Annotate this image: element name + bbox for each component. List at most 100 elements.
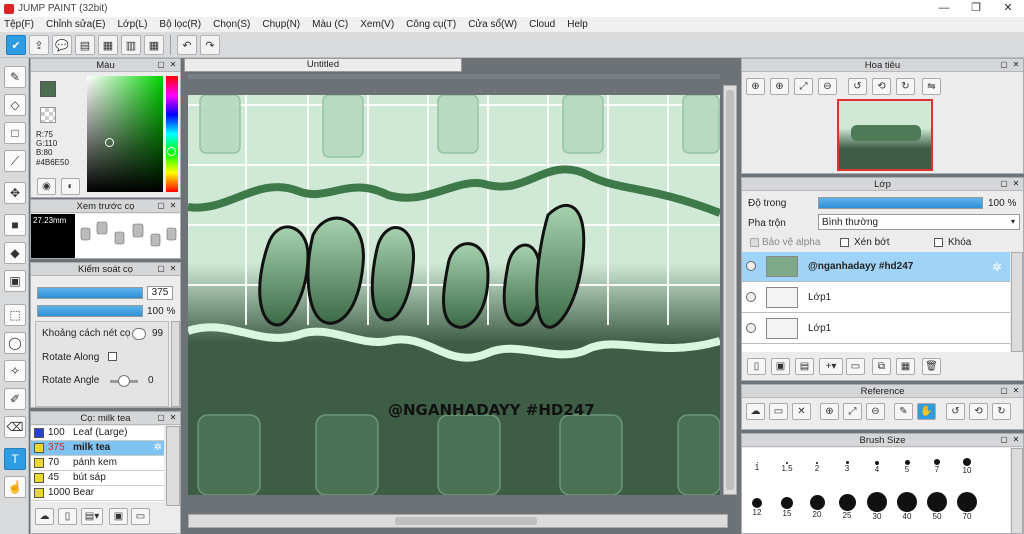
zoom-out-icon[interactable]: ⊖ [818,78,837,95]
lasso-tool-icon[interactable]: ◯ [4,332,26,354]
preset-menu-icon[interactable]: ▤▾ [81,508,103,525]
canvas-artwork[interactable]: @NGANHADAYY #HD247 [188,95,720,495]
document-tab[interactable]: Untitled [184,58,462,72]
zoom-out-icon[interactable]: ⊖ [866,403,885,420]
brush-preset-item[interactable]: 45 bút sáp [31,471,164,486]
blend-mode-select[interactable]: Bình thường ▾ [818,214,1020,230]
panel-close-icon[interactable]: ✕ [168,201,178,211]
menu-color[interactable]: Màu (C) [312,19,348,30]
panel-close-icon[interactable]: ✕ [168,60,178,70]
brush-size-option[interactable]: 70 [952,492,982,521]
rotate-reset-icon[interactable]: ⟲ [872,78,891,95]
saturation-value-picker[interactable] [87,76,163,192]
panel-float-icon[interactable]: ▢ [999,435,1009,445]
brush-size-option[interactable]: 1.5 [772,456,802,473]
brush-tool-icon[interactable]: ✎ [4,66,26,88]
canvas-vertical-scrollbar[interactable] [723,85,737,495]
brush-size-option[interactable]: 12 [742,492,772,517]
select-rect-tool-icon[interactable]: ⬚ [4,304,26,326]
canvas-horizontal-scrollbar[interactable] [188,514,728,528]
zoom-in-icon[interactable]: ⊕ [820,403,839,420]
panel-float-icon[interactable]: ▢ [999,386,1009,396]
palette-icon[interactable]: ◐ [61,178,80,195]
brush-size-option[interactable]: 5 [892,456,922,474]
fit-screen-icon[interactable]: ⤢ [794,78,813,95]
layer-opacity-slider[interactable] [818,197,983,209]
panel-float-icon[interactable]: ▢ [156,60,166,70]
open-folder-icon[interactable]: ▭ [769,403,788,420]
panel-float-icon[interactable]: ▢ [999,179,1009,189]
canvas-hscroll-thumb[interactable] [395,517,537,525]
brush-size-option[interactable]: 7 [922,456,952,474]
brush-size-value[interactable]: 375 [147,286,173,300]
brush-preset-item[interactable]: 100 Leaf (Large) [31,426,164,441]
visibility-icon[interactable] [746,323,756,333]
brush-size-option[interactable]: 2 [802,456,832,473]
select-eraser-tool-icon[interactable]: ⌫ [4,416,26,438]
menu-select[interactable]: Chọn(S) [213,19,250,30]
visibility-icon[interactable] [746,292,756,302]
brush-size-option[interactable]: 4 [862,456,892,474]
merge-layer-icon[interactable]: ⧉ [872,358,891,375]
brush-size-option[interactable]: 50 [922,492,952,521]
protect-alpha-checkbox[interactable] [750,238,759,247]
panel-float-icon[interactable]: ▢ [156,413,166,423]
foreground-color-swatch[interactable] [40,81,56,97]
line-tool-icon[interactable]: ⟋ [4,150,26,172]
brush-opacity-slider[interactable] [37,305,143,317]
menu-capture[interactable]: Chụp(N) [262,19,300,30]
menu-filter[interactable]: Bộ lọc(R) [159,19,201,30]
close-reference-icon[interactable]: ✕ [792,403,811,420]
undo-icon[interactable]: ↶ [177,35,197,55]
minimize-button[interactable]: — [928,0,960,17]
redo-icon[interactable]: ↷ [200,35,220,55]
menu-tools[interactable]: Công cụ(T) [406,19,456,30]
hand-tool-icon[interactable]: ☝ [4,476,26,498]
brush-size-option[interactable]: 40 [892,492,922,521]
transparent-swatch[interactable] [40,107,56,123]
brush-size-option[interactable]: 3 [832,456,862,473]
restore-button[interactable]: ❐ [960,0,992,17]
panel-icon[interactable]: ▥ [121,35,141,55]
trash-icon[interactable]: 🗑 [922,358,941,375]
brush-size-slider[interactable] [37,287,143,299]
menu-edit[interactable]: Chỉnh sửa(E) [46,19,106,30]
brush-size-scrollbar[interactable] [1011,448,1023,533]
panel-close-icon[interactable]: ✕ [1011,60,1021,70]
magic-wand-tool-icon[interactable]: ✧ [4,360,26,382]
color-picker-cursor[interactable] [105,138,114,147]
layer-folder-icon[interactable]: ▭ [846,358,865,375]
color-wheel-icon[interactable]: ◉ [37,178,56,195]
zoom-in-icon[interactable]: ⊕ [746,78,765,95]
visibility-icon[interactable] [746,261,756,271]
cloud-download-icon[interactable]: ☁ [35,508,54,525]
select-pen-tool-icon[interactable]: ✐ [4,388,26,410]
eyedropper-icon[interactable]: ✎ [894,403,913,420]
rotate-right-icon[interactable]: ↻ [896,78,915,95]
rotate-right-icon[interactable]: ↻ [992,403,1011,420]
menu-file[interactable]: Tệp(F) [4,19,34,30]
duplicate-layer-icon[interactable]: ▤ [795,358,814,375]
brush-preset-item[interactable]: 375 milk tea ✲ [31,441,164,456]
flip-icon[interactable]: ⇋ [922,78,941,95]
brush-preset-item[interactable]: 1000 Bear [31,486,164,501]
rotate-angle-knob[interactable] [118,375,130,387]
bucket-tool-icon[interactable]: ◆ [4,242,26,264]
panel-close-icon[interactable]: ✕ [1011,435,1021,445]
check-icon[interactable]: ✔ [6,35,26,55]
panel-close-icon[interactable]: ✕ [168,264,178,274]
cloud-icon[interactable]: ☁ [746,403,765,420]
canvas-vscroll-thumb[interactable] [726,90,734,490]
layer-row[interactable]: Lớp1 [742,314,1010,344]
rect-tool-icon[interactable]: □ [4,122,26,144]
brush-size-option[interactable]: 30 [862,492,892,521]
eraser-tool-icon[interactable]: ◇ [4,94,26,116]
zoom-in-alt-icon[interactable]: ⊕ [770,78,789,95]
menu-window[interactable]: Cửa sổ(W) [468,19,517,30]
navigator-thumbnail[interactable] [837,99,933,171]
export-icon[interactable]: ⇪ [29,35,49,55]
menu-view[interactable]: Xem(V) [360,19,394,30]
comment-icon[interactable]: ▤ [75,35,95,55]
menu-layer[interactable]: Lớp(L) [118,19,148,30]
gear-icon[interactable]: ✲ [992,260,1002,274]
